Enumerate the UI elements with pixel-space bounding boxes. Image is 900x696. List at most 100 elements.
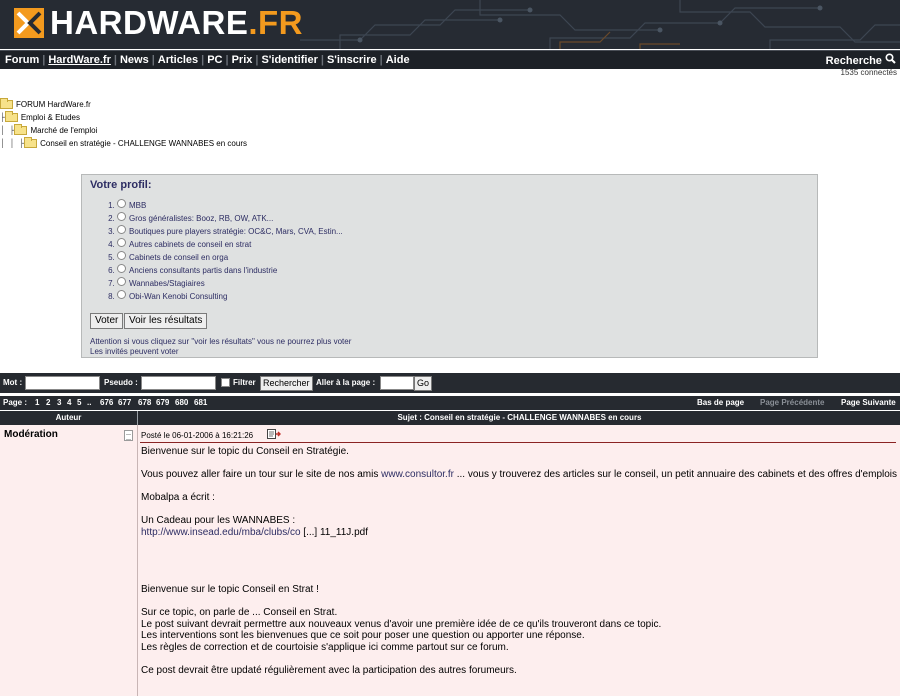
breadcrumb: FORUM HardWare.fr ├ Emploi & Etudes │ ├ Ma… [0, 98, 247, 148]
mot-label: Mot : [3, 378, 23, 387]
poll-option[interactable]: Wannabes/Stagiaires [117, 277, 343, 290]
poll-warning: Attention si vous cliquez sur "voir les … [90, 337, 352, 356]
poll-option[interactable]: Cabinets de conseil en orga [117, 251, 343, 264]
page-link[interactable]: 4 [67, 396, 71, 410]
top-nav: Forum | HardWare.fr | News | Articles | PC | Prix |… [0, 50, 900, 69]
folder-icon [0, 98, 13, 109]
poll-option[interactable]: Anciens consultants partis dans l'indust… [117, 264, 343, 277]
post-text: Les règles de correction et de courtoisi… [141, 641, 509, 653]
nav-pc[interactable]: PC [204, 51, 225, 69]
nav-prix[interactable]: Prix [229, 51, 256, 69]
page-label: Page : [3, 398, 28, 407]
breadcrumb-topic[interactable]: Conseil en stratégie - CHALLENGE WANNABE… [40, 139, 247, 148]
radio-button[interactable] [117, 199, 126, 208]
post-text: Vous pouvez aller faire un tour sur le s… [141, 469, 898, 480]
poll-title: Votre profil: [90, 179, 152, 191]
post-text: Un Cadeau pour les WANNABES : [141, 515, 296, 526]
author-column-header: Auteur [55, 413, 82, 422]
post-text: Bienvenue sur le topic Conseil en Strat … [141, 584, 319, 595]
post-text: Sur ce topic, on parle de ... Conseil en… [141, 607, 338, 618]
page-current: 678 [138, 398, 152, 407]
vote-button[interactable]: Voter [90, 313, 124, 329]
filter-label: Filtrer [233, 378, 256, 387]
folder-icon [14, 124, 28, 135]
breadcrumb-subcategory[interactable]: Marché de l'emploi [30, 126, 97, 135]
pseudo-label: Pseudo : [104, 378, 138, 387]
pseudo-input[interactable] [141, 376, 216, 390]
page-link[interactable]: 1 [35, 396, 39, 410]
connected-count: 1535 connectés [840, 68, 898, 77]
forum-post: Modération Posté le 06-01-2006 à 16:21:2… [0, 425, 900, 696]
poll-box: Votre profil: MBB Gros généralistes: Boo… [81, 174, 818, 358]
breadcrumb-forum[interactable]: FORUM HardWare.fr [16, 100, 91, 109]
post-text: http://www.insead.edu/mba/clubs/co [...]… [141, 526, 368, 538]
mot-input[interactable] [25, 376, 100, 390]
consultor-link[interactable]: www.consultor.fr [381, 469, 454, 480]
table-header: Auteur Sujet : Conseil en stratégie - CH… [0, 411, 900, 425]
nav-identifier[interactable]: S'identifier [258, 51, 320, 69]
radio-button[interactable] [117, 290, 126, 299]
radio-button[interactable] [117, 251, 126, 260]
poll-option[interactable]: Autres cabinets de conseil en strat [117, 238, 343, 251]
pagination-bar: Page : 1 2 3 4 5 .. 676 677 678 679 680 … [0, 396, 900, 410]
page-link[interactable]: 679 [156, 396, 169, 410]
radio-button[interactable] [117, 238, 126, 247]
poll-option[interactable]: Obi-Wan Kenobi Consulting [117, 290, 343, 303]
breadcrumb-category[interactable]: Emploi & Etudes [21, 113, 80, 122]
quote-icon[interactable] [267, 429, 281, 439]
nav-aide[interactable]: Aide [383, 51, 413, 69]
poll-option[interactable]: Boutiques pure players stratégie: OC&C, … [117, 225, 343, 238]
column-divider [137, 411, 138, 425]
page-link[interactable]: 676 [100, 396, 113, 410]
quote-author: Mobalpa a écrit : [141, 492, 215, 503]
post-date: Posté le 06-01-2006 à 16:21:26 [141, 431, 254, 440]
post-text: Bienvenue sur le topic du Conseil en Str… [141, 446, 349, 457]
page-link[interactable]: 680 [175, 396, 188, 410]
insead-link[interactable]: http://www.insead.edu/mba/clubs/co [141, 527, 301, 538]
post-text: Ce post devrait être updaté régulièremen… [141, 664, 517, 676]
page-link[interactable]: 2 [46, 396, 50, 410]
radio-button[interactable] [117, 264, 126, 273]
nav-hardware[interactable]: HardWare.fr [45, 51, 114, 69]
page-link[interactable]: 677 [118, 396, 131, 410]
page-link[interactable]: 3 [57, 396, 61, 410]
post-divider [140, 442, 896, 443]
site-header: HARDWARE.FR [0, 0, 900, 49]
goto-label: Aller à la page : [316, 378, 376, 387]
logo-text[interactable]: HARDWARE.FR [50, 3, 303, 43]
post-body: Bienvenue sur le topic du Conseil en Str… [141, 446, 899, 676]
logo-icon[interactable] [14, 8, 44, 38]
nav-forum[interactable]: Forum [2, 51, 42, 69]
poll-options: MBB Gros généralistes: Booz, RB, OW, ATK… [90, 199, 343, 303]
nav-news[interactable]: News [117, 51, 152, 69]
page-ellipsis: .. [87, 398, 92, 407]
subject-column-header: Sujet : Conseil en stratégie - CHALLENGE… [397, 413, 642, 422]
bottom-of-page-link[interactable]: Bas de page [697, 396, 744, 410]
poll-option[interactable]: Gros généralistes: Booz, RB, OW, ATK... [117, 212, 343, 225]
nav-articles[interactable]: Articles [155, 51, 201, 69]
radio-button[interactable] [117, 212, 126, 221]
previous-page-link: Page Précédente [760, 398, 825, 407]
post-author[interactable]: Modération [4, 429, 58, 440]
folder-icon [24, 137, 38, 148]
radio-button[interactable] [117, 277, 126, 286]
search-icon[interactable] [885, 53, 896, 64]
page-link[interactable]: 5 [77, 396, 81, 410]
goto-page-input[interactable] [380, 376, 414, 390]
search-bar: Mot : Pseudo : Filtrer Rechercher Aller … [0, 373, 900, 393]
post-text: Les interventions sont les bienvenues qu… [141, 630, 585, 641]
post-author-column [0, 425, 138, 696]
radio-button[interactable] [117, 225, 126, 234]
filter-checkbox[interactable] [221, 378, 230, 387]
circuit-background [300, 0, 900, 49]
post-text: Le post suivant devrait permettre aux no… [141, 618, 662, 630]
search-button[interactable]: Rechercher [260, 376, 313, 391]
poll-option[interactable]: MBB [117, 199, 343, 212]
go-button[interactable]: Go [414, 376, 433, 391]
profile-icon[interactable] [124, 430, 133, 441]
results-button[interactable]: Voir les résultats [124, 313, 208, 329]
page-link[interactable]: 681 [194, 396, 207, 410]
folder-icon [4, 111, 18, 122]
nav-inscrire[interactable]: S'inscrire [324, 51, 380, 69]
next-page-link[interactable]: Page Suivante [841, 396, 896, 410]
